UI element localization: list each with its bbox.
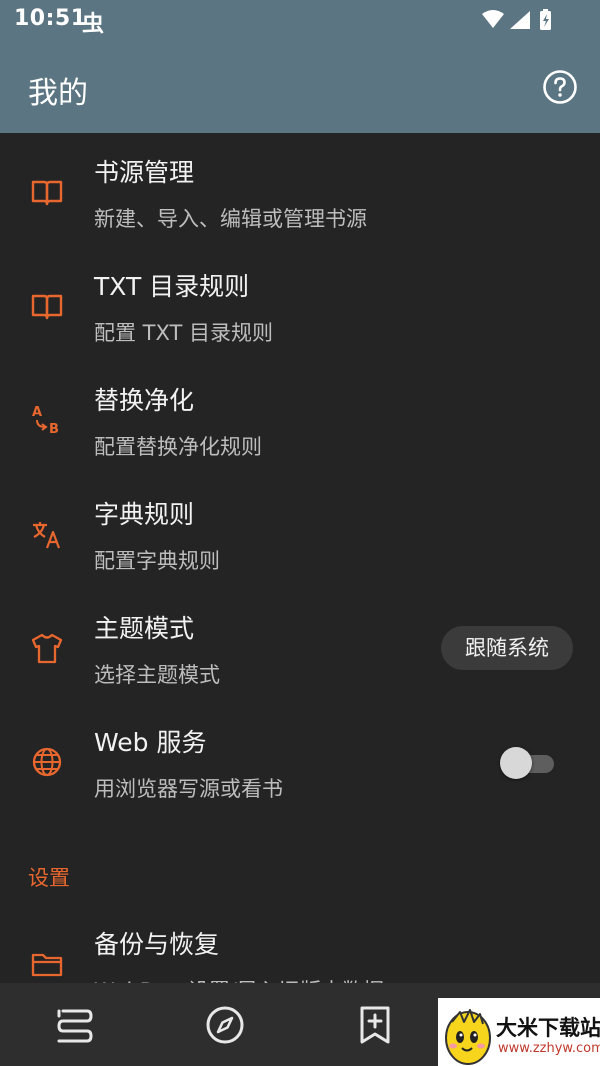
item-title: 主题模式	[94, 614, 195, 643]
item-title: Web 服务	[94, 728, 207, 757]
page-title: 我的	[28, 76, 88, 111]
item-title: 书源管理	[94, 158, 195, 187]
translate-icon	[33, 522, 61, 549]
status-icon-group	[482, 9, 551, 30]
item-subtitle: 配置替换净化规则	[94, 435, 262, 459]
bug-icon: 虫	[82, 12, 105, 37]
section-header-settings: 设置	[28, 866, 70, 890]
list-item-book-source[interactable]: 书源管理 新建、导入、编辑或管理书源	[0, 133, 600, 245]
item-subtitle: 用浏览器写源或看书	[94, 777, 283, 801]
item-title: 替换净化	[94, 386, 195, 415]
item-subtitle: 配置字典规则	[94, 549, 220, 573]
book-open-icon	[31, 294, 63, 320]
status-icons	[480, 8, 556, 38]
globe-icon	[32, 747, 62, 777]
help-circle-icon[interactable]	[542, 69, 578, 105]
list-item-dictionary-rules[interactable]: 字典规则 配置字典规则	[0, 475, 600, 587]
status-time: 10:51	[14, 6, 87, 31]
list-item-replace-rules[interactable]: A B 替换净化 配置替换净化规则	[0, 361, 600, 473]
watermark-url: www.zzhyw.com	[498, 1041, 600, 1056]
app-bar: 我的	[0, 40, 600, 133]
list-item-txt-rules[interactable]: TXT 目录规则 配置 TXT 目录规则	[0, 247, 600, 359]
folder-icon	[31, 953, 63, 977]
watermark-title: 大米下载站	[496, 1016, 600, 1040]
item-title: TXT 目录规则	[94, 272, 250, 301]
item-subtitle: 配置 TXT 目录规则	[94, 321, 274, 345]
item-subtitle: 新建、导入、编辑或管理书源	[94, 207, 367, 231]
item-title: 字典规则	[94, 500, 195, 529]
theme-mode-value[interactable]: 跟随系统	[441, 626, 573, 670]
book-open-icon	[31, 180, 63, 206]
replace-ab-icon: A B	[32, 405, 59, 437]
status-bar: 10:51 虫	[0, 0, 600, 40]
list-item-backup-restore[interactable]: 备份与恢复 WebDav 设置/导入旧版本数据	[0, 905, 600, 983]
list-item-theme-mode[interactable]: 主题模式 选择主题模式 跟随系统	[0, 589, 600, 701]
web-service-switch[interactable]	[500, 746, 554, 780]
watermark-logo: 大米下载站 www.zzhyw.com	[438, 998, 600, 1066]
item-title: 备份与恢复	[94, 930, 220, 959]
tshirt-icon	[31, 633, 63, 664]
switch-thumb	[500, 747, 532, 779]
svg-text:A: A	[32, 405, 42, 420]
item-subtitle: WebDav 设置/导入旧版本数据	[94, 975, 384, 983]
bookmark-add-icon[interactable]	[353, 1003, 397, 1047]
egg-mascot-icon	[445, 1009, 491, 1065]
bookshelf-icon[interactable]	[53, 1003, 97, 1047]
settings-list: 书源管理 新建、导入、编辑或管理书源 TXT 目录规则 配置 TXT 目录规则 …	[0, 133, 600, 983]
wifi-icon	[482, 10, 504, 28]
signal-icon	[510, 11, 530, 29]
list-item-web-service[interactable]: Web 服务 用浏览器写源或看书	[0, 703, 600, 815]
svg-text:B: B	[49, 422, 59, 437]
item-subtitle: 选择主题模式	[94, 663, 220, 687]
compass-icon[interactable]	[203, 1003, 247, 1047]
